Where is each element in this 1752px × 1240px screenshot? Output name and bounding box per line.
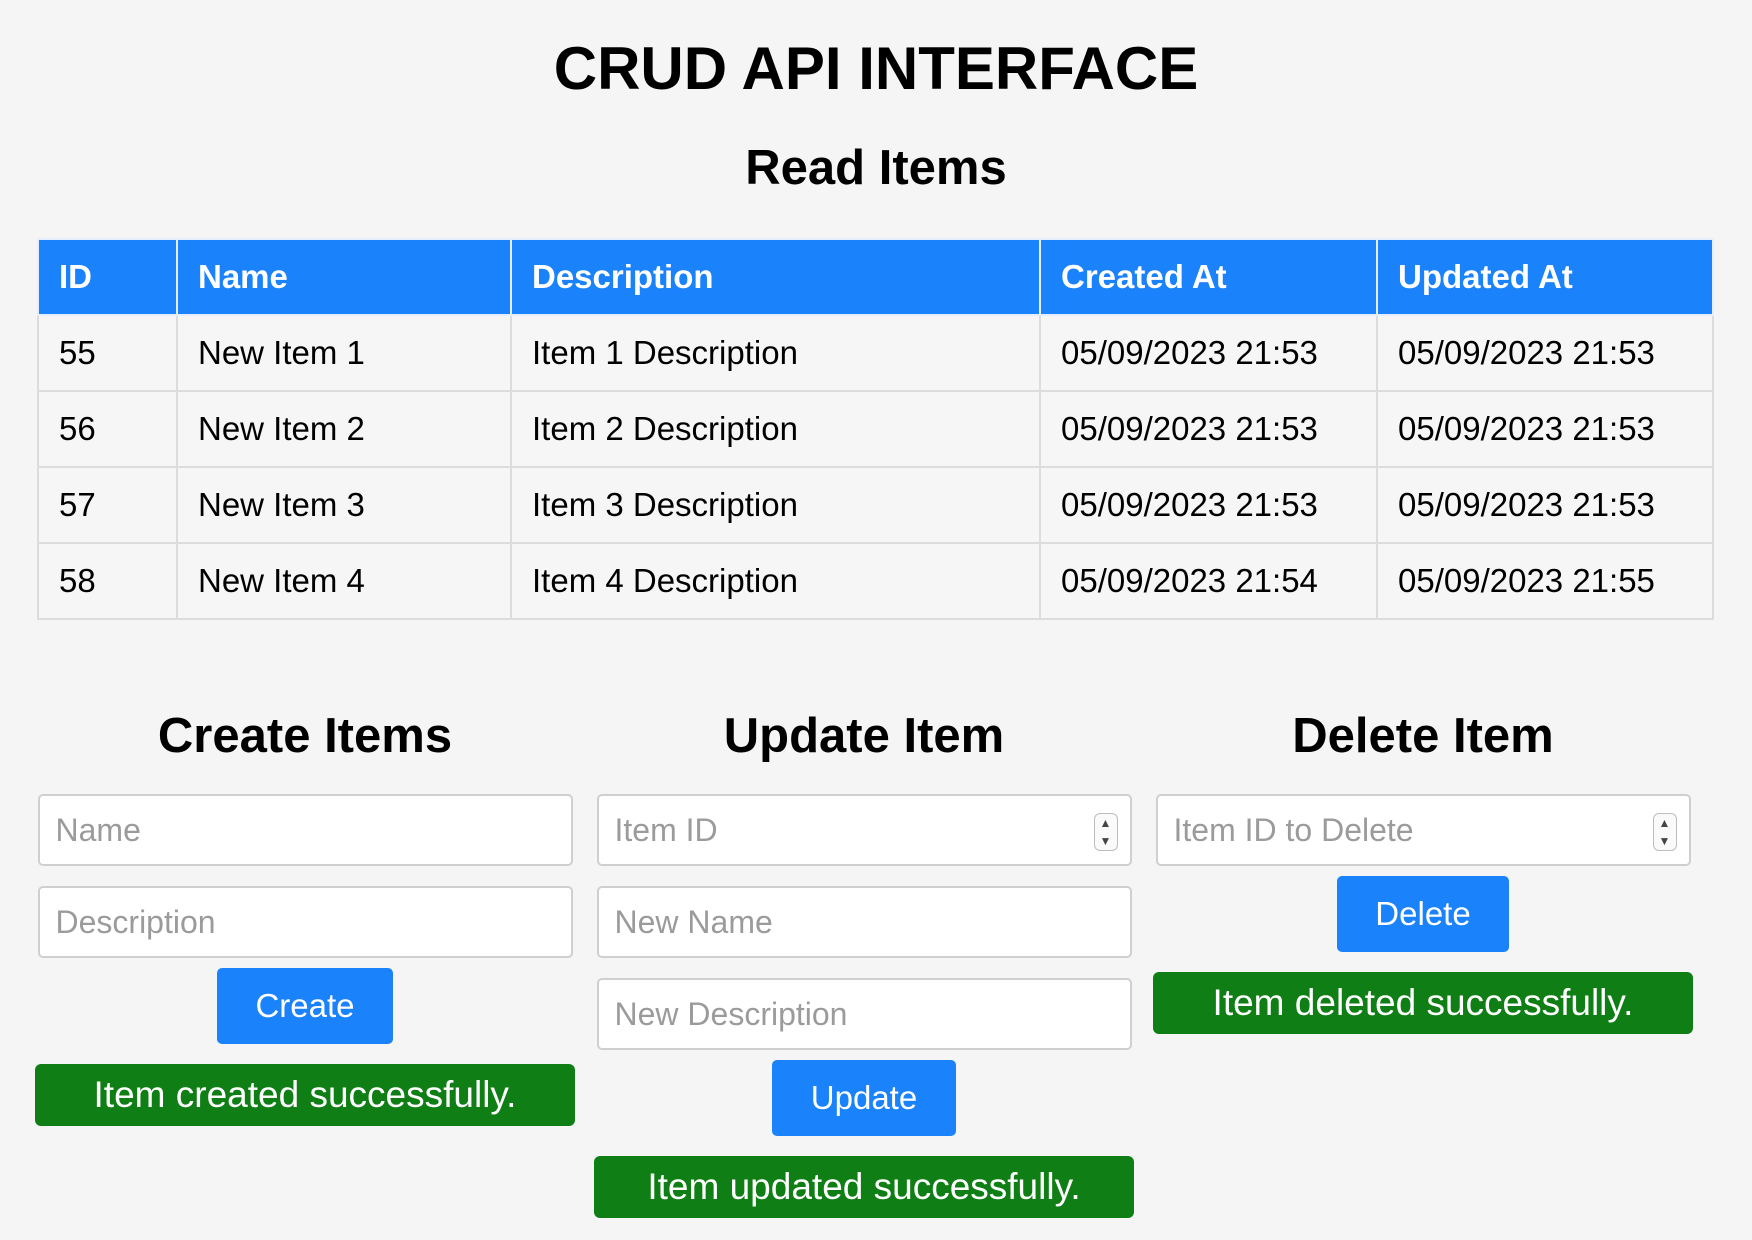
- create-name-input[interactable]: [39, 796, 571, 864]
- cell-created-at: 05/09/2023 21:54: [1039, 542, 1378, 620]
- column-header-id: ID: [37, 238, 178, 316]
- update-status-message: Item updated successfully.: [594, 1156, 1134, 1218]
- cell-updated-at: 05/09/2023 21:53: [1376, 314, 1714, 392]
- cell-id: 55: [37, 314, 178, 392]
- delete-id-field: ▲▼: [1155, 794, 1691, 866]
- table-row: 56 New Item 2 Item 2 Description 05/09/2…: [37, 390, 1714, 468]
- update-item-heading: Update Item: [723, 709, 1005, 763]
- create-button[interactable]: Create: [217, 968, 393, 1044]
- table-row: 55 New Item 1 Item 1 Description 05/09/2…: [37, 314, 1714, 392]
- delete-panel: Delete Item ▲▼ Delete Item deleted succe…: [1153, 706, 1693, 1034]
- delete-item-heading: Delete Item: [1292, 709, 1554, 763]
- cell-name: New Item 1: [176, 314, 512, 392]
- update-button[interactable]: Update: [772, 1060, 956, 1136]
- update-id-input[interactable]: [598, 796, 1130, 864]
- cell-id: 58: [37, 542, 178, 620]
- number-spinner-icon[interactable]: ▲ ▼: [1652, 813, 1677, 851]
- cell-updated-at: 05/09/2023 21:53: [1376, 390, 1714, 468]
- create-status-message: Item created successfully.: [35, 1064, 575, 1126]
- cell-name: New Item 3: [176, 466, 512, 544]
- cell-id: 56: [37, 390, 178, 468]
- cell-id: 57: [37, 466, 178, 544]
- column-header-updated-at: Updated At: [1376, 238, 1714, 316]
- update-id-field: ▲▼: [596, 794, 1132, 866]
- column-header-description: Description: [510, 238, 1041, 316]
- update-name-field: [596, 886, 1132, 958]
- delete-id-input[interactable]: [1157, 796, 1689, 864]
- update-description-field: [596, 978, 1132, 1050]
- cell-updated-at: 05/09/2023 21:55: [1376, 542, 1714, 620]
- read-items-heading: Read Items: [745, 141, 1007, 195]
- table-row: 57 New Item 3 Item 3 Description 05/09/2…: [37, 466, 1714, 544]
- column-header-name: Name: [176, 238, 512, 316]
- cell-name: New Item 4: [176, 542, 512, 620]
- cell-description: Item 4 Description: [510, 542, 1041, 620]
- items-table: ID Name Description Created At Updated A…: [37, 238, 1714, 620]
- cell-created-at: 05/09/2023 21:53: [1039, 314, 1378, 392]
- create-description-input[interactable]: [39, 888, 571, 956]
- cell-description: Item 1 Description: [510, 314, 1041, 392]
- update-description-input[interactable]: [598, 980, 1130, 1048]
- create-panel: Create Items Create Item created success…: [35, 706, 575, 1126]
- delete-status-message: Item deleted successfully.: [1153, 972, 1693, 1034]
- cell-name: New Item 2: [176, 390, 512, 468]
- page-title: CRUD API INTERFACE: [553, 35, 1199, 102]
- cell-description: Item 2 Description: [510, 390, 1041, 468]
- update-panel: Update Item ▲▼ Update Item updated succe…: [594, 706, 1134, 1218]
- table-row: 58 New Item 4 Item 4 Description 05/09/2…: [37, 542, 1714, 620]
- create-items-heading: Create Items: [157, 709, 453, 763]
- table-header-row: ID Name Description Created At Updated A…: [37, 238, 1714, 316]
- create-name-field: [37, 794, 573, 866]
- update-name-input[interactable]: [598, 888, 1130, 956]
- cell-updated-at: 05/09/2023 21:53: [1376, 466, 1714, 544]
- cell-description: Item 3 Description: [510, 466, 1041, 544]
- create-description-field: [37, 886, 573, 958]
- column-header-created-at: Created At: [1039, 238, 1378, 316]
- cell-created-at: 05/09/2023 21:53: [1039, 390, 1378, 468]
- number-spinner-icon[interactable]: ▲ ▼: [1093, 813, 1118, 851]
- delete-button[interactable]: Delete: [1337, 876, 1509, 952]
- cell-created-at: 05/09/2023 21:53: [1039, 466, 1378, 544]
